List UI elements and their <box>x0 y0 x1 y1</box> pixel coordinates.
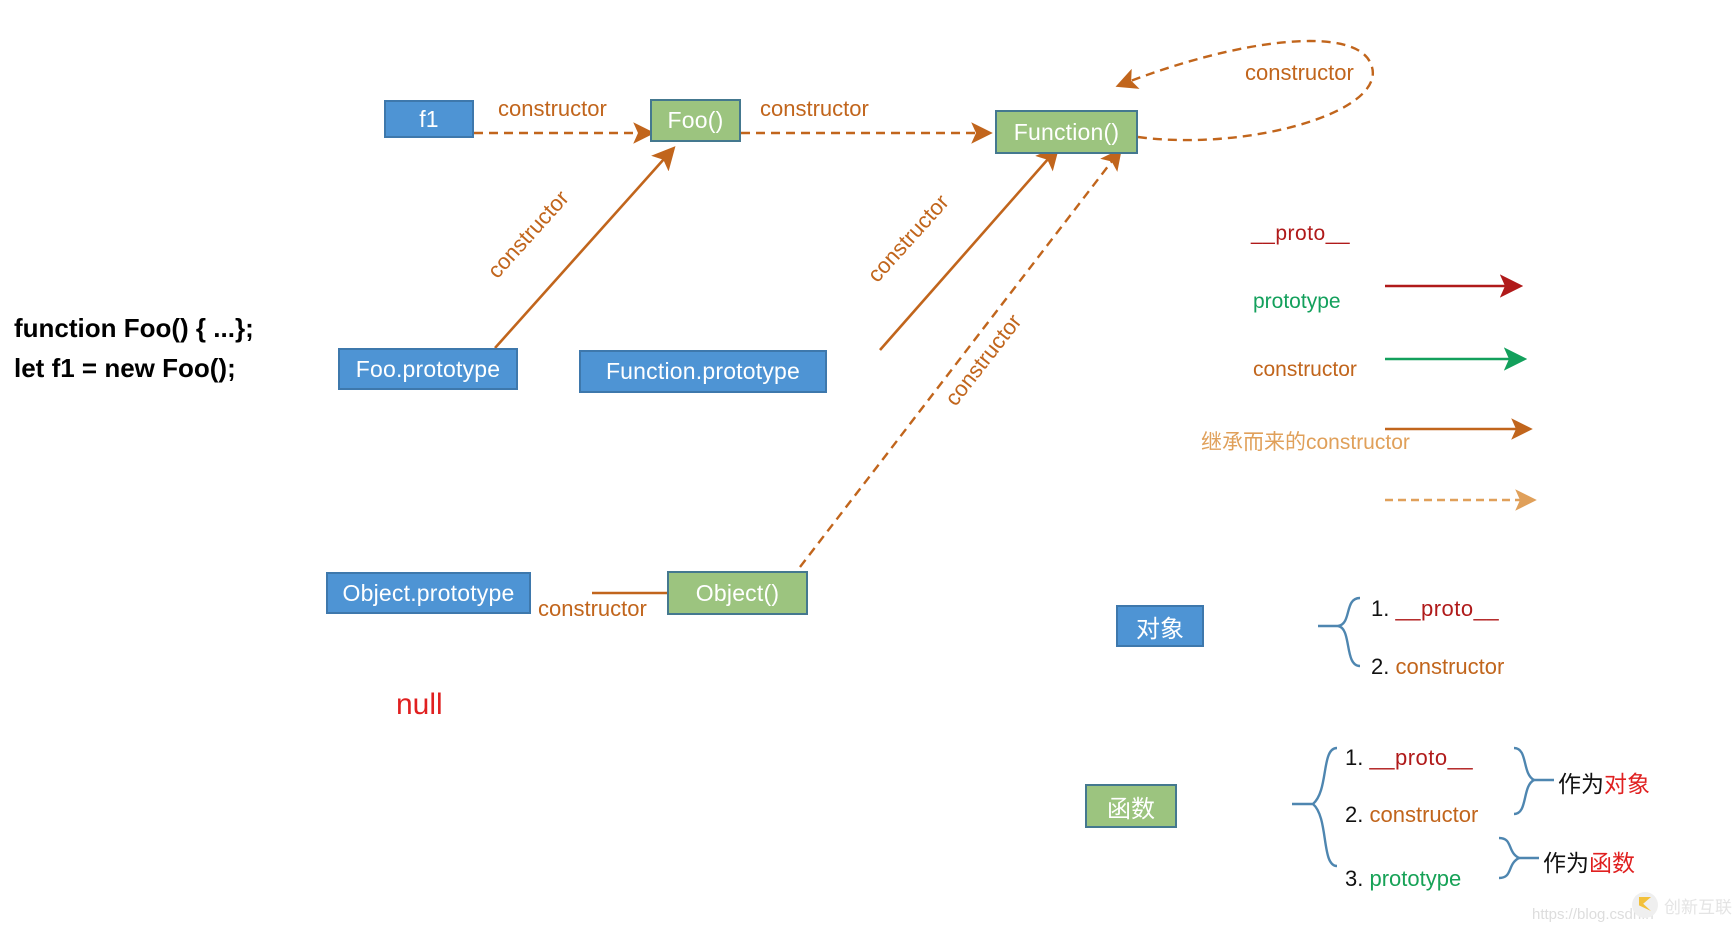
function-group-item-1-num: 1. <box>1345 745 1364 770</box>
note-as-object-prefix: 作为 <box>1558 772 1604 798</box>
function-group-item-1: 1. __proto__ <box>1345 745 1473 771</box>
diagram-canvas: f1 Foo() Function() Foo.prototype Functi… <box>0 0 1736 945</box>
function-group-box-label: 函数 <box>1107 794 1155 823</box>
function-group-item-2: 2. constructor <box>1345 802 1478 828</box>
function-group-box[interactable]: 函数 <box>1085 784 1177 828</box>
function-group-item-3-value: prototype <box>1369 866 1462 891</box>
function-group-item-3-num: 3. <box>1345 866 1364 891</box>
function-group-item-2-value: constructor <box>1369 802 1479 827</box>
note-as-function: 作为函数 <box>1543 844 1635 878</box>
function-group: 函数 1. __proto__ 2. constructor 3. protot… <box>0 0 1736 945</box>
note-as-function-prefix: 作为 <box>1543 851 1589 877</box>
note-as-object: 作为对象 <box>1558 765 1650 799</box>
note-as-object-highlight: 对象 <box>1604 772 1650 798</box>
note-as-function-highlight: 函数 <box>1589 851 1635 877</box>
function-group-item-2-num: 2. <box>1345 802 1364 827</box>
function-group-item-1-value: __proto__ <box>1369 745 1474 770</box>
function-group-item-3: 3. prototype <box>1345 866 1461 892</box>
